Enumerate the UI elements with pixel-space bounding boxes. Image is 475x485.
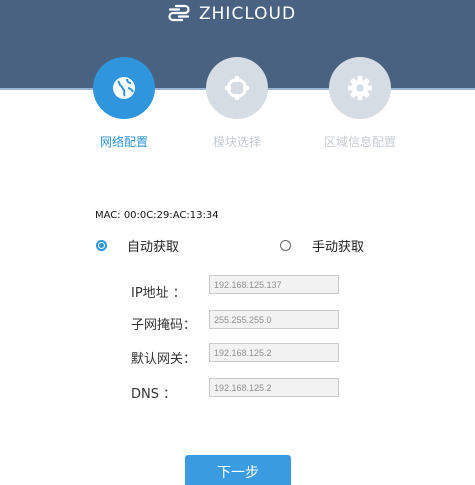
zhicloud-logo-icon [168, 4, 190, 22]
radio-auto-obtain[interactable]: 自动获取 [96, 236, 179, 255]
subnet-mask-label: 子网掩码： [131, 318, 197, 333]
mac-address: MAC: 00:0C:29:AC:13:34 [95, 210, 219, 221]
brand-name: ZHICLOUD [199, 4, 297, 24]
gear-icon [348, 76, 372, 100]
radio-button-unchecked[interactable] [280, 240, 291, 251]
radio-label-auto[interactable]: 自动获取 [127, 236, 179, 255]
globe-icon [113, 77, 135, 99]
next-step-button[interactable]: 下一步 [185, 455, 291, 485]
ip-address-label: IP地址 ： [131, 286, 186, 301]
ip-address-field[interactable] [209, 275, 339, 294]
target-icon [225, 76, 249, 100]
default-gateway-field[interactable] [209, 343, 339, 362]
radio-label-manual[interactable]: 手动获取 [312, 236, 364, 255]
subnet-mask-field[interactable] [209, 310, 339, 329]
step-network-config-indicator[interactable] [93, 57, 155, 119]
step-label-module-select[interactable]: 模块选择 [177, 133, 297, 150]
step-label-network-config[interactable]: 网络配置 [64, 133, 184, 150]
default-gateway-label: 默认网关： [131, 352, 197, 367]
step-module-select-indicator[interactable] [206, 57, 268, 119]
brand: ZHICLOUD [167, 2, 296, 26]
dns-label: DNS ： [131, 387, 177, 402]
step-region-config-indicator[interactable] [329, 57, 391, 119]
radio-button-checked[interactable] [96, 240, 107, 251]
dns-field[interactable] [209, 378, 339, 397]
radio-manual-obtain[interactable]: 手动获取 [280, 236, 364, 255]
step-label-region-config[interactable]: 区域信息配置 [300, 133, 420, 150]
